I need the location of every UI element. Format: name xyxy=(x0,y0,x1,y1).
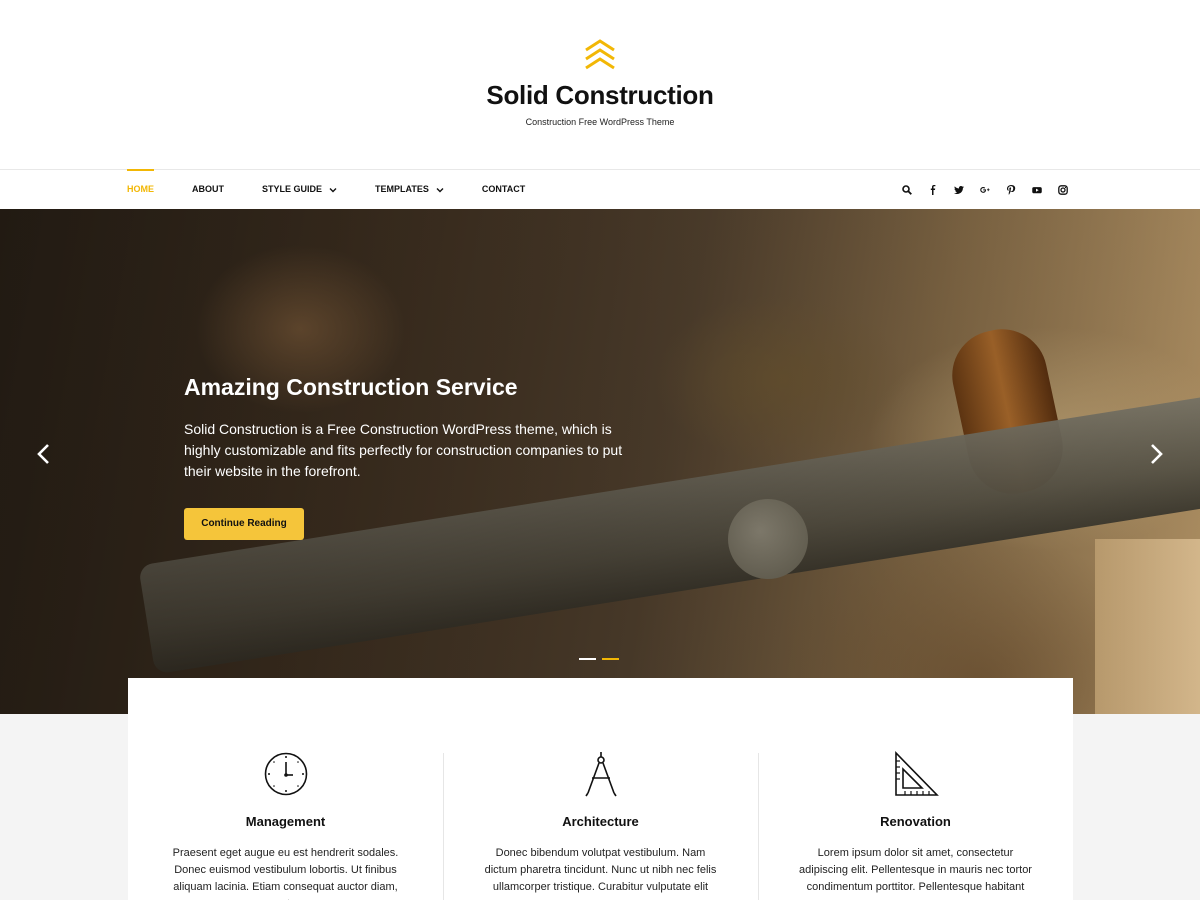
service-description: Praesent eget augue eu est hendrerit sod… xyxy=(172,847,399,900)
nav-item-label: TEMPLATES xyxy=(375,184,429,194)
nav-item-home[interactable]: HOME xyxy=(127,169,154,209)
service-card: Management Praesent eget augue eu est he… xyxy=(128,678,443,900)
service-card: Renovation Lorem ipsum dolor sit amet, c… xyxy=(758,678,1073,900)
site-tagline: Construction Free WordPress Theme xyxy=(525,117,675,127)
nav-item-templates[interactable]: TEMPLATES xyxy=(375,170,444,209)
google-plus-icon[interactable] xyxy=(978,183,992,197)
nav-item-contact[interactable]: CONTACT xyxy=(482,170,525,209)
service-description: Donec bibendum volutpat vestibulum. Nam … xyxy=(484,847,717,893)
chevron-right-icon[interactable] xyxy=(1146,441,1166,467)
hero-description: Solid Construction is a Free Constructio… xyxy=(184,421,623,479)
compass-icon xyxy=(584,752,617,797)
service-description: Lorem ipsum dolor sit amet, consectetur … xyxy=(799,847,1032,893)
chevron-left-icon[interactable] xyxy=(34,441,54,467)
set-square-icon xyxy=(894,751,939,796)
clock-icon xyxy=(264,752,307,796)
pinterest-icon[interactable] xyxy=(1004,183,1018,197)
nav-menu: HOME ABOUT STYLE GUIDE TEMPLATES CONTACT xyxy=(127,169,563,209)
site-header: Solid Construction Construction Free Wor… xyxy=(0,0,1200,170)
service-title[interactable]: Management xyxy=(128,814,443,829)
service-title[interactable]: Architecture xyxy=(443,814,758,829)
social-icons xyxy=(888,170,1070,209)
logo-chevron-icon[interactable] xyxy=(583,38,617,72)
chevron-down-icon xyxy=(436,187,444,192)
hero-title: Amazing Construction Service xyxy=(184,374,518,400)
slider-dot-active[interactable] xyxy=(602,658,619,660)
twitter-icon[interactable] xyxy=(952,183,966,197)
main-navigation: HOME ABOUT STYLE GUIDE TEMPLATES CONTACT xyxy=(0,169,1200,209)
service-card: Architecture Donec bibendum volutpat ves… xyxy=(443,678,758,900)
slider-pagination xyxy=(579,658,625,660)
nav-item-style-guide[interactable]: STYLE GUIDE xyxy=(262,170,337,209)
nav-item-about[interactable]: ABOUT xyxy=(192,170,224,209)
nav-item-label: HOME xyxy=(127,184,154,194)
hero-caption: Amazing Construction Service Solid Const… xyxy=(184,374,644,482)
nav-item-label: ABOUT xyxy=(192,184,224,194)
service-title[interactable]: Renovation xyxy=(758,814,1073,829)
nav-item-label: CONTACT xyxy=(481,184,526,194)
search-icon[interactable] xyxy=(900,183,914,197)
nav-item-label: STYLE GUIDE xyxy=(262,184,323,194)
services-section: Management Praesent eget augue eu est he… xyxy=(128,678,1073,900)
instagram-icon[interactable] xyxy=(1056,183,1070,197)
youtube-icon[interactable] xyxy=(1030,183,1044,197)
facebook-icon[interactable] xyxy=(926,183,940,197)
slider-dot[interactable] xyxy=(579,658,596,660)
site-title[interactable]: Solid Construction xyxy=(0,80,1200,111)
continue-reading-button[interactable]: Continue Reading xyxy=(184,508,304,540)
chevron-down-icon xyxy=(329,187,337,192)
hero-slider: Amazing Construction Service Solid Const… xyxy=(0,209,1200,714)
